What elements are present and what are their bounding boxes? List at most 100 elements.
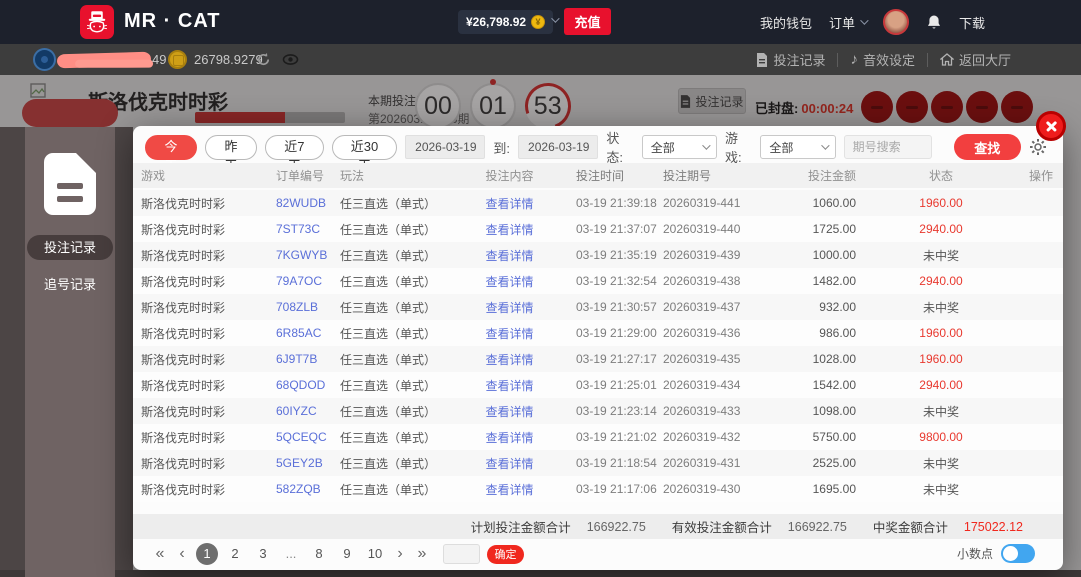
account-number-masked: 49 (152, 52, 167, 67)
sidebar-item-chase-records[interactable]: 追号记录 (27, 274, 113, 296)
detail-link[interactable]: 查看详情 (443, 403, 576, 420)
decimal-toggle[interactable] (1001, 544, 1035, 563)
coin-icon (168, 50, 187, 69)
bet-time-cell: 03-19 21:30:57 (576, 300, 657, 314)
period-cell: 20260319-437 (663, 300, 741, 314)
detail-link[interactable]: 查看详情 (443, 273, 576, 290)
quick-filter-yesterday[interactable]: 昨天 (205, 134, 258, 173)
quick-filter-30days[interactable]: 近30天 (331, 134, 398, 173)
last-page-button[interactable]: » (411, 545, 433, 563)
avatar[interactable] (882, 9, 909, 35)
document-icon (757, 52, 768, 67)
play-type-cell: 任三直选（单式） (340, 274, 437, 289)
first-page-button[interactable]: « (149, 545, 171, 563)
order-number-link[interactable]: 6J9T7B (276, 352, 338, 366)
detail-link[interactable]: 查看详情 (443, 299, 576, 316)
table-header-cell: 状态 (928, 169, 953, 183)
brand-logo[interactable] (80, 5, 114, 39)
page-number-button[interactable]: 9 (336, 543, 358, 565)
period-search-input[interactable] (843, 135, 932, 159)
order-number-link[interactable]: 7KGWYB (276, 248, 338, 262)
order-number-link[interactable]: 60IYZC (276, 404, 338, 418)
nav-orders[interactable]: 订单 (829, 13, 869, 32)
divider (837, 52, 839, 67)
filter-bar: 今天 昨天 近7天 近30天 2026-03-19 到: 2026-03-19 … (145, 131, 1051, 173)
nav-download[interactable]: 下载 (959, 13, 985, 32)
play-type-cell: 任三直选（单式） (340, 300, 437, 315)
top-nav: 我的钱包 订单 下载 (760, 0, 985, 44)
recharge-button[interactable]: 充值 (564, 8, 611, 35)
amount-cell: 1542.00 (812, 378, 856, 392)
quick-filter-7days[interactable]: 近7天 (265, 134, 324, 173)
period-cell: 20260319-436 (663, 326, 741, 340)
page-number-button[interactable]: 10 (364, 543, 386, 565)
music-note-icon: ♪ (850, 51, 858, 68)
nav-wallet[interactable]: 我的钱包 (760, 13, 812, 32)
page-jump-input[interactable] (443, 544, 480, 564)
balance-display[interactable]: ¥26,798.92 ¥ (458, 10, 554, 34)
order-number-link[interactable]: 582ZQB (276, 482, 338, 496)
page-number-button[interactable]: 2 (224, 543, 246, 565)
page-jump-confirm-button[interactable]: 确定 (487, 544, 524, 564)
back-to-lobby-link[interactable]: 返回大厅 (939, 50, 1011, 69)
sound-settings-link[interactable]: ♪ 音效设定 (850, 50, 915, 69)
page-number-button[interactable]: 8 (308, 543, 330, 565)
page-number-button[interactable]: 1 (196, 543, 218, 565)
game-cell: 斯洛伐克时时彩 (141, 404, 226, 419)
amount-cell: 2525.00 (812, 456, 856, 470)
search-button[interactable]: 查找 (953, 134, 1021, 160)
detail-link[interactable]: 查看详情 (443, 377, 576, 394)
amount-cell: 1725.00 (812, 222, 856, 236)
game-cell: 斯洛伐克时时彩 (141, 482, 226, 497)
bet-time-cell: 03-19 21:27:17 (576, 352, 657, 366)
sidebar-item-bet-records[interactable]: 投注记录 (27, 235, 113, 260)
bet-records-link[interactable]: 投注记录 (756, 50, 825, 69)
table-header: 游戏 订单编号 玩法 投注内容 投注时间 投注期号 投注金额 状态 操作 (133, 163, 1063, 188)
redaction-scribble (56, 51, 152, 69)
status-cell: 2940.00 (919, 222, 963, 236)
records-sidebar: 投注记录 追号记录 (25, 127, 115, 577)
detail-link[interactable]: 查看详情 (443, 221, 576, 238)
detail-link[interactable]: 查看详情 (443, 325, 576, 342)
detail-link[interactable]: 查看详情 (443, 455, 576, 472)
win-total-label: 中奖金额合计 (872, 521, 948, 535)
order-number-link[interactable]: 79A7OC (276, 274, 338, 288)
gear-icon[interactable] (1029, 138, 1047, 156)
quick-filter-today[interactable]: 今天 (145, 134, 198, 173)
cat-logo-icon (86, 11, 108, 33)
order-number-link[interactable]: 6R85AC (276, 326, 338, 340)
prev-page-button[interactable]: ‹ (171, 545, 193, 563)
date-to-input[interactable]: 2026-03-19 (518, 135, 599, 159)
bet-time-cell: 03-19 21:29:00 (576, 326, 657, 340)
date-from-input[interactable]: 2026-03-19 (405, 135, 486, 159)
chevron-down-icon (820, 141, 830, 150)
detail-link[interactable]: 查看详情 (443, 351, 576, 368)
eye-icon[interactable] (282, 52, 299, 70)
detail-link[interactable]: 查看详情 (443, 429, 576, 446)
detail-link[interactable]: 查看详情 (443, 195, 576, 212)
period-cell: 20260319-439 (663, 248, 741, 262)
page-number-button[interactable]: 3 (252, 543, 274, 565)
period-cell: 20260319-433 (663, 404, 741, 418)
order-number-link[interactable]: 82WUDB (276, 196, 338, 210)
order-number-link[interactable]: 68QDOD (276, 378, 338, 392)
document-icon (44, 153, 96, 215)
game-label: 游戏: (724, 131, 742, 165)
bell-icon[interactable] (926, 14, 942, 31)
game-select[interactable]: 全部 (760, 135, 836, 159)
detail-link[interactable]: 查看详情 (443, 481, 576, 498)
order-number-link[interactable]: 5GEY2B (276, 456, 338, 470)
bet-time-cell: 03-19 21:35:19 (576, 248, 657, 262)
page-ellipsis: ... (285, 546, 297, 561)
status-select[interactable]: 全部 (641, 135, 717, 159)
status-cell: 未中奖 (922, 482, 959, 497)
detail-link[interactable]: 查看详情 (443, 247, 576, 264)
next-page-button[interactable]: › (389, 545, 411, 563)
table-body: 斯洛伐克时时彩 82WUDB 任三直选（单式） 查看详情 03-19 21:39:18 2… (133, 190, 1063, 502)
refresh-icon[interactable] (256, 52, 271, 70)
bet-records-modal: 今天 昨天 近7天 近30天 2026-03-19 到: 2026-03-19 … (133, 111, 1066, 570)
order-number-link[interactable]: 7ST73C (276, 222, 338, 236)
order-number-link[interactable]: 5QCEQC (276, 430, 338, 444)
order-number-link[interactable]: 708ZLB (276, 300, 338, 314)
table-row: 斯洛伐克时时彩 7KGWYB 任三直选（单式） 查看详情 03-19 21:35:19 2… (133, 242, 1063, 268)
